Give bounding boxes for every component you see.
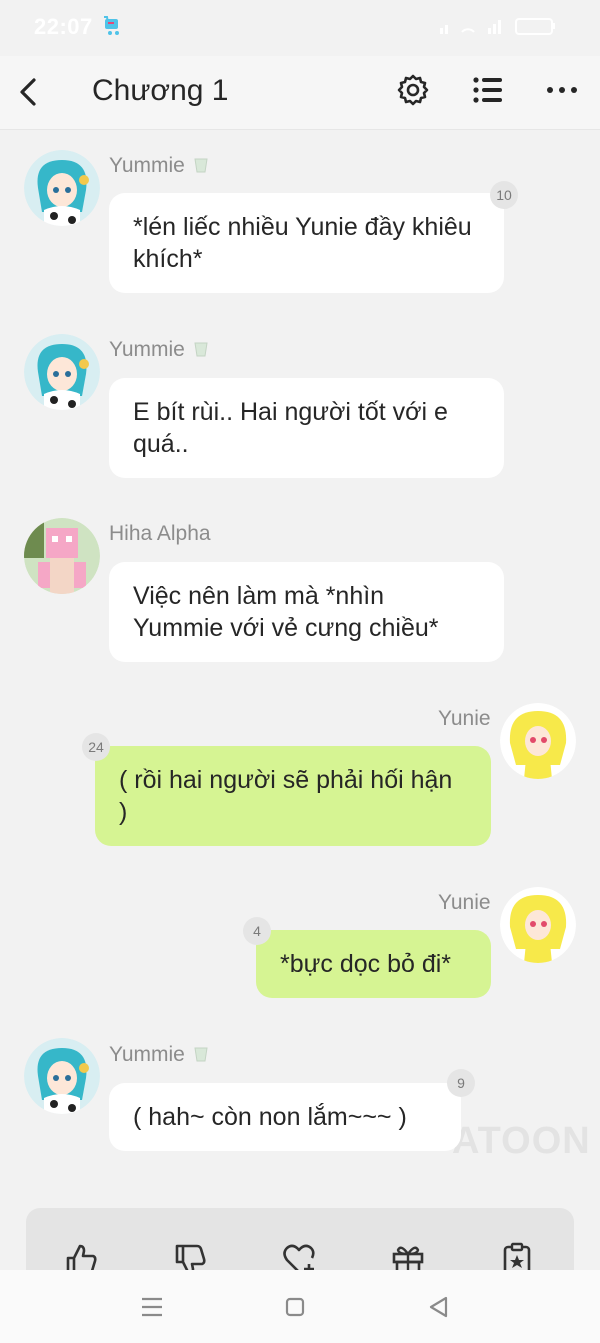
message-bubble[interactable]: *bực dọc bỏ đi* (256, 930, 491, 998)
message-bubble[interactable]: E bít rùi.. Hai người tốt với e quá.. (109, 378, 504, 478)
more-options-icon[interactable] (546, 86, 578, 94)
status-time: 22:07 (34, 14, 93, 39)
message-bubble[interactable]: ( hah~ còn non lắm~~~ ) (109, 1083, 461, 1151)
message-bubble[interactable]: Việc nên làm mà *nhìn Yummie với vẻ cưng… (109, 562, 504, 662)
back-arrow-icon[interactable] (14, 74, 44, 110)
cup-icon (194, 1047, 208, 1062)
cup-icon (194, 158, 208, 173)
sender-name: Hiha Alpha (109, 522, 211, 545)
comment-count-badge[interactable]: 24 (82, 733, 110, 761)
cup-icon (194, 342, 208, 357)
comment-count-badge[interactable]: 9 (447, 1069, 475, 1097)
sender-name: Yummie (109, 1043, 209, 1067)
page-title: Chương 1 (92, 74, 229, 107)
status-bar: 22:07 (0, 0, 600, 56)
avatar[interactable] (24, 334, 100, 410)
system-nav-bar (0, 1270, 600, 1343)
app-notification-icon (104, 16, 119, 35)
message-bubble[interactable]: ( rồi hai người sẽ phải hối hận ) (95, 746, 491, 846)
sender-name: Yummie (109, 154, 209, 178)
chapter-header: Chương 1 (0, 56, 600, 130)
comment-count-badge[interactable]: 4 (243, 917, 271, 945)
back-icon[interactable] (428, 1296, 448, 1318)
comment-count-badge[interactable]: 10 (490, 181, 518, 209)
menu-icon[interactable] (140, 1296, 164, 1318)
watermark: ATOON (452, 1120, 591, 1162)
sender-name: Yummie (109, 338, 209, 362)
avatar[interactable] (500, 887, 576, 963)
home-icon[interactable] (285, 1297, 305, 1317)
sender-name: Yunie (438, 891, 491, 914)
chapter-list-icon[interactable] (472, 75, 504, 105)
avatar[interactable] (24, 150, 100, 226)
settings-gear-icon[interactable] (396, 73, 430, 107)
message-bubble[interactable]: *lén liếc nhiều Yunie đầy khiêu khích* (109, 193, 504, 293)
signal-battery-icon (440, 18, 555, 35)
avatar[interactable] (500, 703, 576, 779)
avatar[interactable] (24, 518, 100, 594)
sender-name: Yunie (438, 707, 491, 730)
avatar[interactable] (24, 1038, 100, 1114)
